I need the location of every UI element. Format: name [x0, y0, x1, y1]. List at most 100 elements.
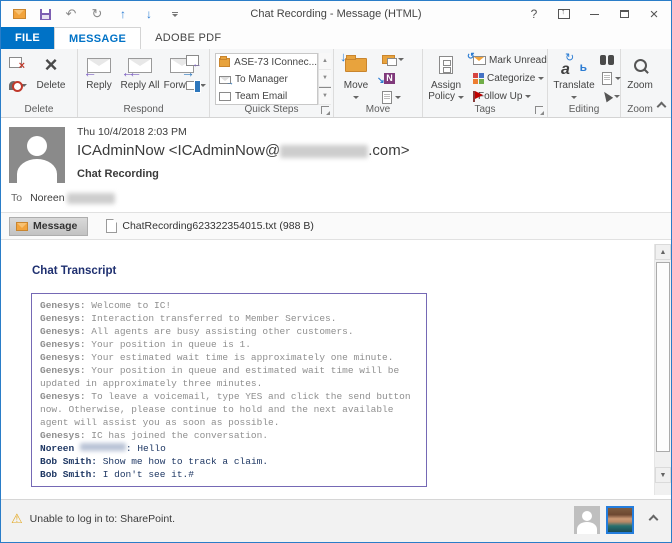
ignore-button[interactable] — [9, 57, 22, 68]
envelope-icon — [219, 92, 231, 101]
tab-adobe-pdf[interactable]: ADOBE PDF — [141, 27, 235, 49]
quick-step-item[interactable]: ASE-73 IConnec... — [216, 54, 317, 71]
transcript-line: Genesys: Interaction transferred to Memb… — [40, 312, 418, 325]
transcript-line: Bob Smith: Show me how to track a claim. — [40, 455, 418, 468]
follow-up-button[interactable]: Follow Up — [473, 91, 531, 102]
find-button[interactable] — [600, 55, 614, 65]
transcript-line: agent will assist you as soon as possibl… — [40, 416, 418, 429]
message-body: Chat Transcript Genesys: Welcome to IC!G… — [1, 240, 671, 501]
delete-x-icon: × — [45, 54, 58, 76]
people-pane-collapse-icon[interactable] — [650, 514, 657, 526]
help-icon[interactable]: ? — [521, 4, 547, 24]
binoculars-icon — [600, 55, 614, 65]
redo-icon[interactable]: ↻ — [89, 6, 105, 22]
close-icon[interactable]: × — [641, 4, 667, 24]
quick-steps-overflow-icon[interactable]: ▼ — [319, 87, 331, 105]
quick-step-item[interactable]: Team Email — [216, 88, 317, 105]
more-respond-actions-button[interactable] — [186, 81, 206, 90]
tab-message[interactable]: MESSAGE — [54, 27, 141, 49]
message-header: Thu 10/4/2018 2:03 PM ICAdminNow <ICAdmi… — [1, 118, 671, 213]
transcript-line: now. Otherwise, please continue to hold … — [40, 403, 418, 416]
ribbon: × Delete Delete ← Reply ←← Reply All → F… — [1, 49, 671, 118]
sender-avatar[interactable] — [9, 127, 65, 183]
ribbon-display-options-icon[interactable] — [551, 4, 577, 24]
zoom-button[interactable]: Zoom — [618, 52, 662, 91]
group-label-move: Move — [334, 104, 422, 115]
message-envelope-icon — [16, 222, 28, 231]
transcript-line: Genesys: Your estimated wait time is app… — [40, 351, 418, 364]
group-label-zoom: Zoom — [621, 104, 659, 115]
attachment-item[interactable]: ChatRecording623322354015.txt (988 B) — [106, 219, 313, 233]
categorize-button[interactable]: Categorize — [473, 73, 544, 84]
rules-button[interactable] — [382, 55, 404, 64]
attachment-file-icon — [106, 219, 117, 233]
categorize-icon — [473, 73, 484, 84]
move-folder-icon — [345, 58, 367, 72]
assign-policy-button[interactable]: Assign Policy — [425, 52, 467, 102]
translate-button[interactable]: ↻aь Translate — [550, 52, 598, 102]
maximize-icon[interactable] — [611, 4, 637, 24]
mark-unread-icon — [473, 56, 486, 65]
group-label-delete: Delete — [1, 104, 77, 115]
quick-steps-dialog-launcher[interactable] — [321, 106, 329, 114]
tab-file[interactable]: FILE — [1, 27, 54, 49]
message-view-tab[interactable]: Message — [9, 217, 88, 236]
reply-all-button[interactable]: ←← Reply All — [120, 52, 160, 91]
next-item-icon[interactable]: ↓ — [141, 6, 157, 22]
undo-icon[interactable]: ↶ — [63, 6, 79, 22]
ribbon-group-zoom: Zoom Zoom — [621, 49, 659, 117]
transcript-line: Genesys: Your position in queue is 1. — [40, 338, 418, 351]
save-icon[interactable] — [37, 6, 53, 22]
to-recipient[interactable]: Noreen — [30, 192, 115, 204]
move-button[interactable]: Move — [336, 52, 376, 102]
reply-button[interactable]: ← Reply — [80, 52, 118, 91]
ribbon-group-quick-steps: ASE-73 IConnec...To ManagerTeam Email ▲ … — [210, 49, 334, 117]
scrollbar-up-icon[interactable]: ▲ — [655, 244, 671, 260]
meeting-button[interactable] — [186, 55, 199, 66]
quick-steps-scroll-up-icon[interactable]: ▲ — [319, 53, 331, 70]
magnifier-icon — [634, 59, 647, 72]
attachment-bar: Message ChatRecording623322354015.txt (9… — [1, 213, 671, 240]
onenote-icon: N — [384, 73, 395, 84]
follow-up-flag-icon — [473, 91, 475, 102]
group-label-respond: Respond — [78, 104, 209, 115]
actions-button[interactable] — [382, 91, 401, 104]
transcript-line: Noreen : Hello — [40, 442, 418, 455]
warning-icon: ⚠ — [11, 512, 23, 525]
delete-button[interactable]: × Delete — [29, 52, 73, 91]
junk-button[interactable] — [9, 81, 27, 90]
quick-steps-scroll-down-icon[interactable]: ▼ — [319, 70, 331, 87]
select-button[interactable] — [603, 91, 620, 101]
status-bar: ⚠ Unable to log in to: SharePoint. — [1, 499, 671, 542]
im-icon — [186, 81, 197, 90]
people-pane-avatar-photo[interactable] — [606, 506, 634, 534]
people-pane — [574, 506, 657, 534]
select-cursor-icon — [601, 90, 613, 103]
ribbon-tabs: FILE MESSAGE ADOBE PDF — [1, 27, 671, 49]
outlook-message-window: ↶ ↻ ↑ ↓ Chat Recording - Message (HTML) … — [0, 0, 672, 543]
redacted-domain — [280, 145, 368, 158]
scrollbar-down-icon[interactable]: ▼ — [655, 467, 671, 483]
quick-steps-scrollbar: ▲ ▼ ▼ — [318, 53, 331, 105]
collapse-ribbon-icon[interactable] — [658, 101, 665, 113]
ribbon-group-respond: ← Reply ←← Reply All → Forward Respond — [78, 49, 210, 117]
people-pane-avatar-silhouette[interactable] — [574, 506, 600, 534]
tags-dialog-launcher[interactable] — [535, 106, 543, 114]
onenote-button[interactable]: N — [384, 73, 395, 84]
minimize-icon[interactable] — [581, 4, 607, 24]
transcript-line: Genesys: To leave a voicemail, type YES … — [40, 390, 418, 403]
message-from: ICAdminNow <ICAdminNow@.com> — [77, 142, 409, 159]
body-scrollbar[interactable]: ▲ ▼ — [654, 244, 671, 495]
ribbon-group-delete: × Delete Delete — [1, 49, 78, 117]
transcript-line: Genesys: Welcome to IC! — [40, 299, 418, 312]
mail-icon[interactable] — [11, 6, 27, 22]
window-controls: ? × — [521, 1, 667, 27]
previous-item-icon[interactable]: ↑ — [115, 6, 131, 22]
customize-qat-icon[interactable] — [167, 6, 183, 22]
quick-step-item[interactable]: To Manager — [216, 71, 317, 88]
related-doc-icon — [602, 72, 612, 85]
mark-unread-button[interactable]: Mark Unread — [473, 55, 547, 66]
message-date: Thu 10/4/2018 2:03 PM — [77, 126, 187, 138]
scrollbar-thumb[interactable] — [656, 262, 670, 452]
chat-transcript-box: Genesys: Welcome to IC!Genesys: Interact… — [31, 293, 427, 487]
